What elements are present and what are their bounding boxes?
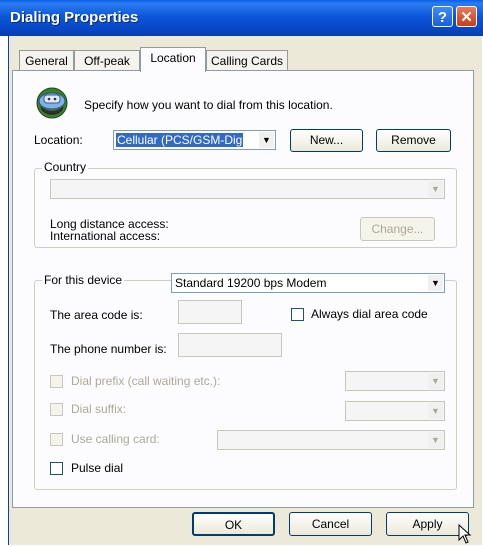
location-intro-text: Specify how you want to dial from this l…: [84, 98, 333, 112]
chevron-down-icon[interactable]: ▼: [259, 132, 274, 148]
phone-number-label: The phone number is:: [50, 342, 167, 356]
device-selected-value: Standard 19200 bps Modem: [175, 276, 327, 290]
dial-prefix-dropdown: ▼: [345, 371, 445, 391]
phone-number-field: [178, 333, 282, 357]
mouse-cursor-icon: [458, 523, 472, 544]
location-label: Location:: [34, 133, 83, 147]
use-calling-card-label: Use calling card:: [71, 432, 160, 446]
dial-suffix-dropdown: ▼: [345, 401, 445, 421]
pulse-dial-checkbox[interactable]: [50, 462, 63, 475]
help-button[interactable]: ?: [432, 6, 453, 27]
international-label: International access:: [50, 229, 161, 243]
remove-location-button[interactable]: Remove: [376, 129, 451, 152]
chevron-down-icon[interactable]: ▼: [428, 275, 443, 291]
chevron-down-icon: ▼: [428, 432, 443, 448]
always-dial-area-code-checkbox[interactable]: [291, 308, 304, 321]
close-button[interactable]: ✕: [456, 6, 477, 27]
tab-off-peak[interactable]: Off-peak: [74, 50, 140, 70]
calling-card-dropdown: ▼: [217, 430, 445, 450]
device-dropdown[interactable]: Standard 19200 bps Modem ▼: [171, 273, 445, 293]
dial-prefix-label: Dial prefix (call waiting etc.):: [71, 374, 221, 388]
chevron-down-icon: ▼: [428, 403, 443, 419]
dial-prefix-checkbox: [50, 375, 63, 388]
device-legend: For this device: [42, 273, 125, 287]
use-calling-card-checkbox: [50, 433, 63, 446]
location-panel: Specify how you want to dial from this l…: [12, 70, 474, 508]
country-legend: Country: [42, 160, 89, 174]
window-title: Dialing Properties: [10, 9, 139, 26]
area-code-label: The area code is:: [50, 308, 143, 322]
chevron-down-icon: ▼: [428, 181, 443, 197]
tab-location[interactable]: Location: [140, 47, 206, 72]
area-code-field: [178, 300, 242, 324]
dial-suffix-checkbox: [50, 403, 63, 416]
change-button: Change...: [360, 217, 435, 241]
location-dropdown[interactable]: Cellular (PCS/GSM-Dig ▼: [113, 130, 276, 150]
location-selected-value: Cellular (PCS/GSM-Dig: [116, 133, 244, 147]
tab-general[interactable]: General: [19, 50, 74, 70]
always-dial-area-code-label[interactable]: Always dial area code: [311, 307, 428, 321]
country-dropdown: ▼: [50, 179, 445, 199]
pulse-dial-label[interactable]: Pulse dial: [71, 461, 123, 475]
new-location-button[interactable]: New...: [290, 129, 363, 152]
dial-suffix-label: Dial suffix:: [71, 402, 127, 416]
tab-calling-cards[interactable]: Calling Cards: [206, 50, 288, 70]
phone-icon: [34, 86, 70, 120]
cancel-button[interactable]: Cancel: [289, 512, 372, 536]
ok-button[interactable]: OK: [192, 512, 275, 536]
chevron-down-icon: ▼: [428, 373, 443, 389]
apply-button[interactable]: Apply: [386, 512, 469, 536]
